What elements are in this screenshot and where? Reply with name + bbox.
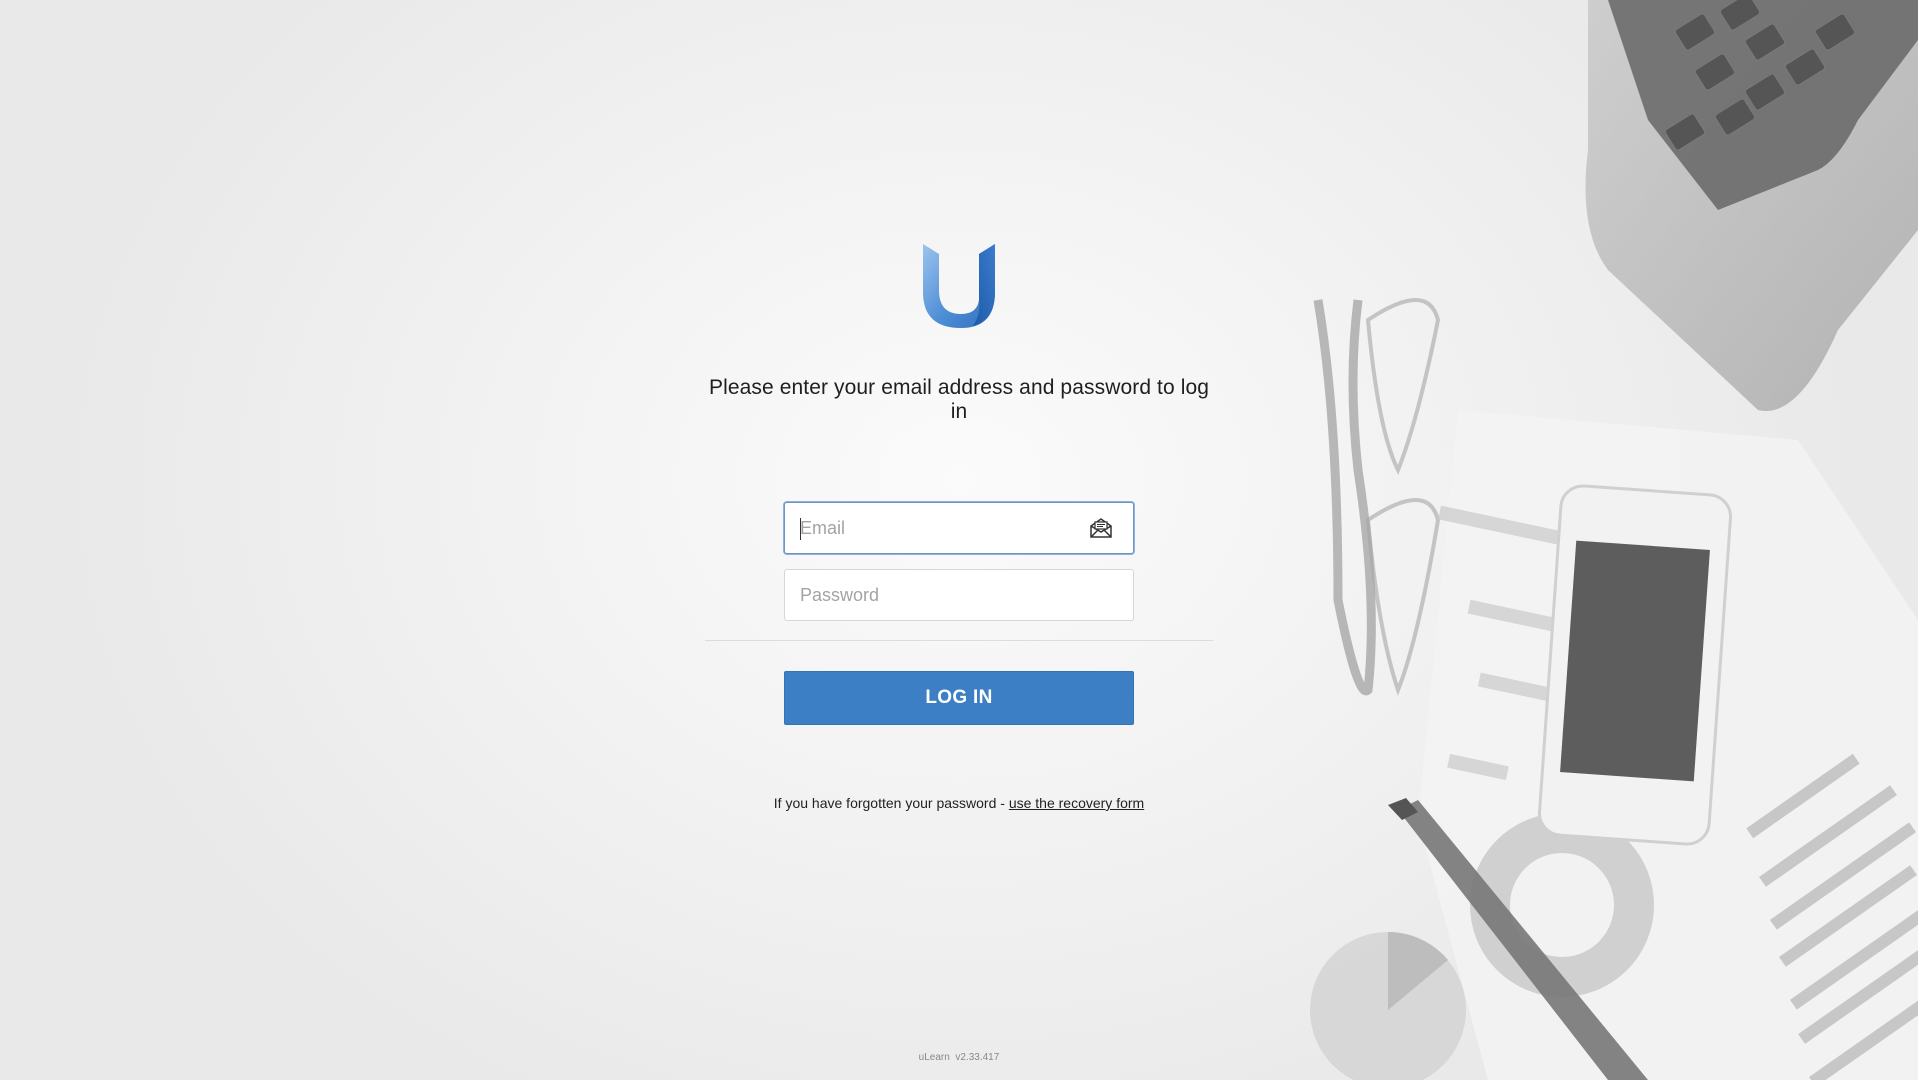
password-recovery-text: If you have forgotten your password - us…	[705, 795, 1213, 811]
login-button[interactable]: LOG IN	[784, 671, 1134, 725]
recovery-prefix: If you have forgotten your password -	[773, 795, 1009, 811]
password-field-wrapper	[784, 569, 1134, 621]
divider	[705, 640, 1213, 641]
login-form	[784, 502, 1134, 621]
app-version: v2.33.417	[955, 1052, 1000, 1063]
login-prompt: Please enter your email address and pass…	[708, 376, 1210, 423]
email-field-wrapper	[784, 502, 1134, 554]
login-panel: Please enter your email address and pass…	[705, 240, 1213, 811]
background-photo	[1278, 0, 1918, 1080]
app-version-footer: uLearn v2.33.417	[0, 1052, 1918, 1063]
email-field[interactable]	[785, 503, 1133, 553]
recovery-form-link[interactable]: use the recovery form	[1009, 795, 1144, 811]
u-logo	[919, 240, 999, 330]
app-name: uLearn	[918, 1052, 950, 1063]
envelope-open-icon	[1089, 517, 1113, 539]
password-field[interactable]	[785, 570, 1133, 620]
text-caret	[800, 518, 801, 540]
